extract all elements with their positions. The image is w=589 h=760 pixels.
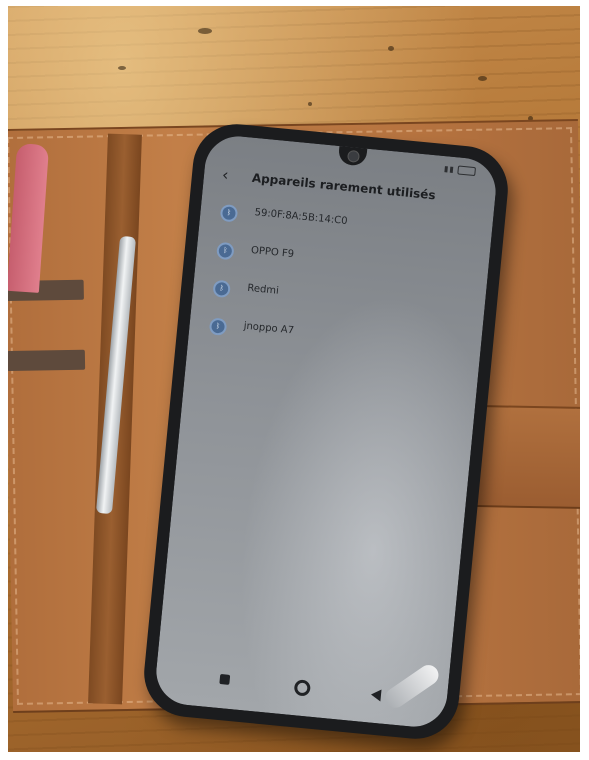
back-icon[interactable] bbox=[370, 688, 382, 702]
table-stain bbox=[308, 102, 312, 106]
battery-icon bbox=[457, 165, 477, 177]
bluetooth-icon: ᛒ bbox=[216, 241, 235, 261]
device-name: OPPO F9 bbox=[250, 245, 295, 261]
bluetooth-icon: ᛒ bbox=[212, 279, 231, 299]
signal-icon: ▮▮ bbox=[443, 164, 456, 175]
table-stain bbox=[388, 46, 394, 51]
device-name: Redmi bbox=[246, 282, 280, 297]
bluetooth-icon: ᛒ bbox=[208, 317, 228, 336]
table-stain bbox=[118, 66, 126, 70]
wallet-strap bbox=[477, 405, 580, 509]
page-title: Appareils rarement utilisés bbox=[251, 170, 437, 203]
device-list: ᛒ 59:0F:8A:5B:14:C0 ᛒ OPPO F9 ᛒ Redmi ᛒ … bbox=[207, 199, 482, 375]
phone: ▮▮ ‹ Appareils rarement utilisés ᛒ 59:0F… bbox=[140, 120, 512, 743]
card-slot bbox=[8, 349, 86, 372]
device-name: 59:0F:8A:5B:14:C0 bbox=[254, 207, 348, 228]
back-chevron-icon[interactable]: ‹ bbox=[221, 165, 229, 186]
status-bar: ▮▮ bbox=[443, 164, 477, 177]
photo: ▮▮ ‹ Appareils rarement utilisés ᛒ 59:0F… bbox=[8, 6, 580, 752]
table-stain bbox=[478, 76, 487, 81]
notch bbox=[337, 145, 368, 167]
recent-apps-icon[interactable] bbox=[219, 673, 231, 685]
bluetooth-icon: ᛒ bbox=[219, 203, 239, 223]
phone-screen: ▮▮ ‹ Appareils rarement utilisés ᛒ 59:0F… bbox=[153, 133, 499, 730]
home-icon[interactable] bbox=[293, 679, 312, 697]
table-stain bbox=[198, 28, 212, 34]
front-camera-icon bbox=[346, 149, 361, 163]
device-name: jnoppo A7 bbox=[243, 320, 295, 337]
